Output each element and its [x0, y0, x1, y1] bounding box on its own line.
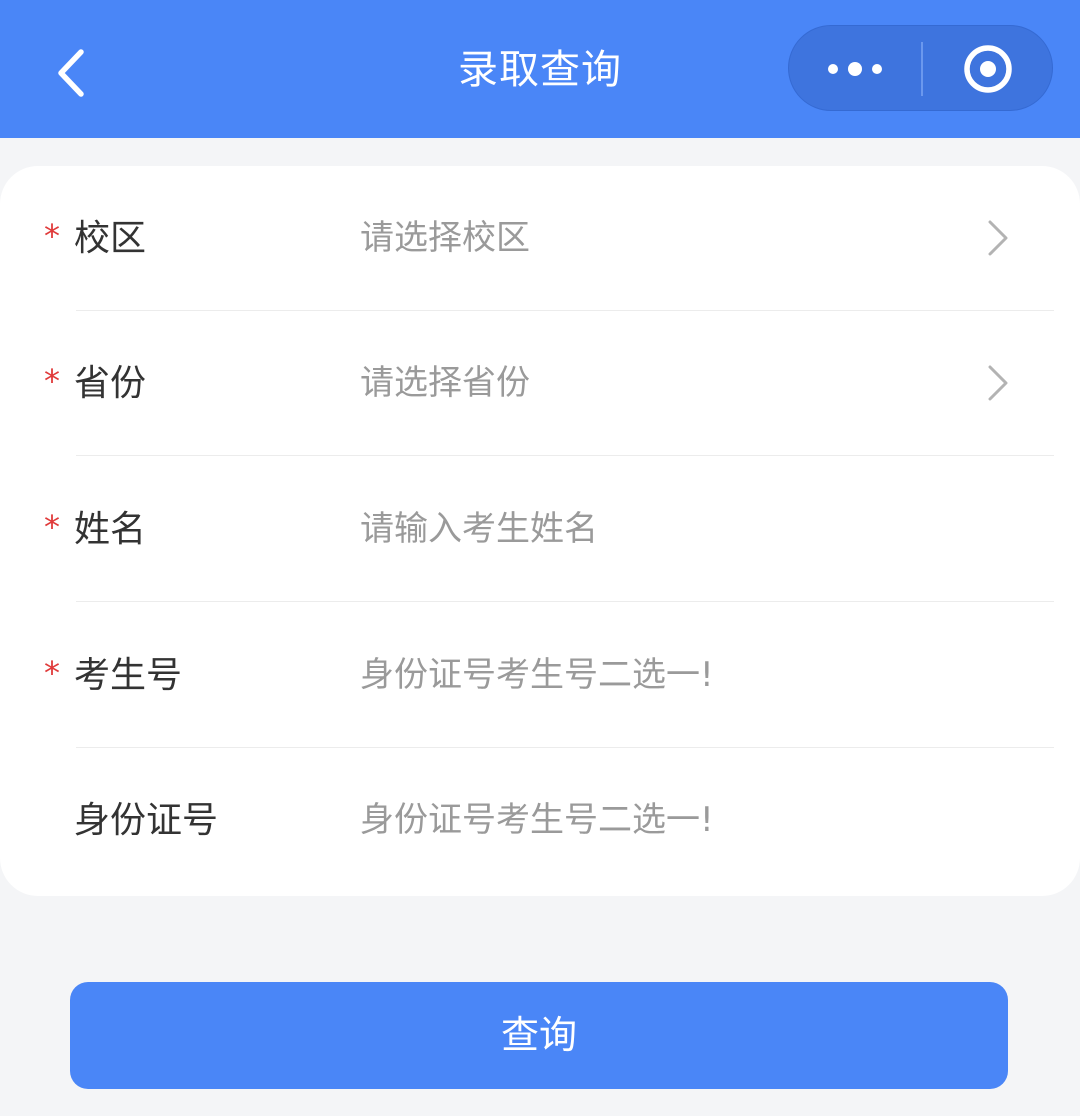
more-dots-icon — [828, 62, 882, 76]
name-input[interactable]: 请输入考生姓名 — [360, 457, 960, 602]
query-form: * 校区 请选择校区 * 省份 请选择省份 * 姓名 请输入考生姓名 * 考生号… — [0, 166, 1080, 896]
exam-number-input[interactable]: 身份证号考生号二选一! — [360, 603, 960, 748]
province-select[interactable]: 请选择省份 — [360, 311, 960, 456]
query-button[interactable]: 查询 — [70, 982, 1008, 1089]
id-number-input[interactable]: 身份证号考生号二选一! — [360, 748, 960, 893]
campus-row[interactable]: * 校区 请选择校区 — [0, 166, 1080, 311]
chevron-right-icon — [988, 365, 1008, 401]
more-button[interactable] — [789, 26, 921, 112]
name-row[interactable]: * 姓名 请输入考生姓名 — [0, 457, 1080, 602]
exam-number-label: 考生号 — [74, 655, 183, 696]
id-number-label: 身份证号 — [74, 800, 219, 841]
name-label: 姓名 — [74, 509, 147, 550]
close-mini-program-button[interactable] — [923, 26, 1053, 112]
target-circle-icon — [964, 45, 1012, 93]
row-divider — [76, 455, 1054, 456]
back-button[interactable] — [40, 38, 100, 108]
exam-number-row[interactable]: * 考生号 身份证号考生号二选一! — [0, 603, 1080, 748]
required-mark: * — [44, 654, 60, 692]
chevron-right-icon — [988, 220, 1008, 256]
navigation-bar: 录取查询 — [0, 0, 1080, 138]
required-mark: * — [44, 508, 60, 546]
chevron-left-icon — [58, 49, 84, 97]
province-label: 省份 — [74, 363, 147, 404]
id-number-row[interactable]: 身份证号 身份证号考生号二选一! — [0, 748, 1080, 893]
mini-program-capsule — [788, 25, 1053, 111]
province-row[interactable]: * 省份 请选择省份 — [0, 311, 1080, 456]
campus-select[interactable]: 请选择校区 — [360, 166, 960, 311]
campus-label: 校区 — [74, 218, 147, 259]
required-mark: * — [44, 362, 60, 400]
required-mark: * — [44, 217, 60, 255]
row-divider — [76, 601, 1054, 602]
